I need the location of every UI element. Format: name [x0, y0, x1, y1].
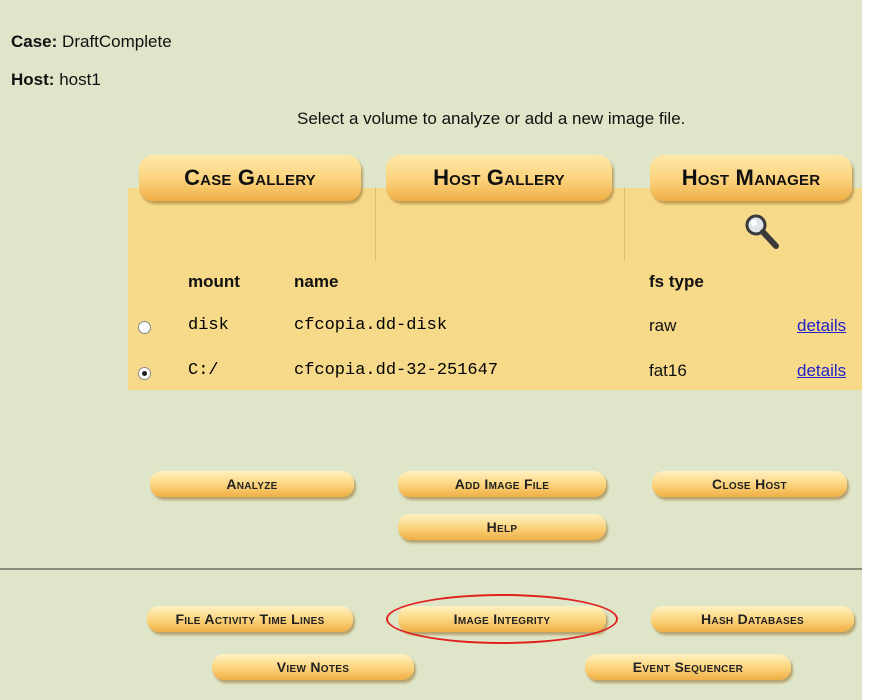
help-button[interactable]: Help [398, 514, 606, 540]
details-link[interactable]: details [797, 316, 846, 336]
col-header-fs-type: fs type [649, 272, 704, 291]
case-gallery-tab[interactable]: Case Gallery [139, 155, 361, 201]
fs-type-cell: raw [649, 316, 677, 335]
add-image-file-button[interactable]: Add Image File [398, 471, 606, 497]
section-divider [0, 568, 862, 570]
col-header-name: name [294, 272, 339, 291]
hash-databases-button[interactable]: Hash Databases [651, 606, 854, 632]
analyze-button[interactable]: Analyze [150, 471, 354, 497]
mount-cell: C:/ [188, 361, 219, 380]
file-activity-timelines-button[interactable]: File Activity Time Lines [147, 606, 353, 632]
host-name: host1 [59, 70, 101, 89]
case-name: DraftComplete [62, 32, 172, 51]
mount-cell: disk [188, 316, 229, 335]
host-line: Host: host1 [11, 70, 101, 90]
case-line: Case: DraftComplete [11, 32, 172, 52]
host-gallery-tab[interactable]: Host Gallery [386, 155, 612, 201]
volume-radio-selected[interactable] [138, 367, 151, 380]
instruction-text: Select a volume to analyze or add a new … [297, 109, 686, 128]
host-manager-tab[interactable]: Host Manager [650, 155, 852, 201]
page-frame: Case: DraftComplete Host: host1 Select a… [0, 0, 862, 700]
col-header-mount: mount [188, 272, 240, 291]
magnifier-icon[interactable] [743, 212, 781, 252]
case-label: Case: [11, 32, 58, 51]
view-notes-button[interactable]: View Notes [212, 654, 414, 680]
host-label: Host: [11, 70, 55, 89]
event-sequencer-button[interactable]: Event Sequencer [585, 654, 791, 680]
name-cell: cfcopia.dd-disk [294, 316, 448, 335]
details-link[interactable]: details [797, 361, 846, 381]
fs-type-cell: fat16 [649, 361, 687, 380]
close-host-button[interactable]: Close Host [652, 471, 847, 497]
name-cell: cfcopia.dd-32-251647 [294, 361, 499, 380]
image-integrity-button[interactable]: Image Integrity [398, 606, 606, 632]
volume-radio[interactable] [138, 321, 151, 334]
